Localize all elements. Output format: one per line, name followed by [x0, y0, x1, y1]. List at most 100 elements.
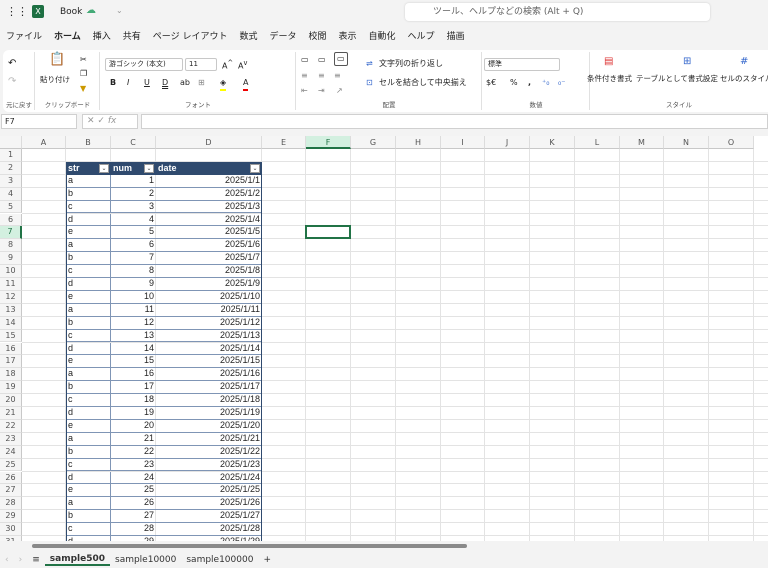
comma-icon[interactable]: , [528, 77, 531, 89]
menu-tab[interactable]: 共有 [117, 29, 147, 45]
column-header[interactable]: I [441, 136, 485, 149]
column-header[interactable]: J [485, 136, 530, 149]
row-header[interactable]: 2 [0, 161, 22, 175]
format-painter-icon[interactable]: ▼ [80, 83, 86, 95]
column-header[interactable]: B [66, 136, 111, 149]
merge-center-button[interactable]: セルを結合して中央揃え [379, 77, 467, 89]
column-header[interactable]: K [530, 136, 575, 149]
select-all-corner[interactable] [0, 136, 22, 149]
selected-cell-f7[interactable] [305, 225, 351, 240]
row-header[interactable]: 5 [0, 200, 22, 214]
menu-tab[interactable]: ファイル [0, 29, 48, 45]
italic-button[interactable]: I [127, 77, 129, 89]
menu-tab[interactable]: 表示 [333, 29, 363, 45]
row-header[interactable]: 18 [0, 368, 22, 382]
row-header[interactable]: 27 [0, 484, 22, 498]
align-center-icon[interactable]: ≡ [318, 70, 325, 82]
prev-sheet-icon[interactable]: ‹ [0, 555, 14, 565]
align-bottom-icon[interactable]: ▭ [334, 52, 348, 66]
row-header[interactable]: 26 [0, 471, 22, 485]
row-header[interactable]: 15 [0, 329, 22, 343]
borders-icon[interactable]: ⊞ [198, 77, 205, 89]
row-header[interactable]: 22 [0, 419, 22, 433]
all-sheets-icon[interactable]: ≡ [27, 555, 45, 565]
column-header[interactable]: E [262, 136, 306, 149]
paste-button[interactable]: 貼り付け [40, 74, 70, 86]
column-header[interactable]: G [351, 136, 396, 149]
row-header[interactable]: 1 [0, 149, 22, 162]
decrease-decimal-icon[interactable]: ₀⁻ [558, 77, 565, 89]
next-sheet-icon[interactable]: › [14, 555, 28, 565]
double-underline-button[interactable]: D [162, 77, 168, 89]
row-header[interactable]: 16 [0, 342, 22, 356]
align-top-icon[interactable]: ▭ [301, 54, 309, 66]
percent-icon[interactable]: % [510, 77, 518, 89]
align-left-icon[interactable]: ≡ [301, 70, 308, 82]
row-header[interactable]: 29 [0, 510, 22, 524]
menu-tab[interactable]: ホーム [48, 29, 87, 45]
decrease-font-icon[interactable]: Av [238, 57, 247, 73]
menu-tab[interactable]: 挿入 [87, 29, 117, 45]
increase-indent-icon[interactable]: ⇥ [318, 85, 325, 97]
row-header[interactable]: 4 [0, 187, 22, 201]
row-header[interactable]: 3 [0, 174, 22, 188]
column-header[interactable]: M [620, 136, 664, 149]
workbook-title[interactable]: Book [60, 7, 82, 17]
sheet-tab[interactable]: sample100000 [181, 555, 258, 565]
number-format-select[interactable]: 標準 [484, 58, 560, 71]
redo-icon[interactable]: ↷ [8, 76, 16, 88]
name-box[interactable]: F7 [1, 114, 77, 129]
menu-tab[interactable]: 数式 [233, 29, 263, 45]
currency-icon[interactable]: $€ [486, 77, 496, 89]
row-header[interactable]: 10 [0, 265, 22, 278]
sheet-tab[interactable]: sample500 [44, 554, 110, 566]
column-header[interactable]: N [664, 136, 709, 149]
row-header[interactable]: 8 [0, 239, 22, 253]
format-as-table-button[interactable]: テーブルとして書式設定 [636, 73, 718, 85]
decrease-indent-icon[interactable]: ⇤ [301, 85, 308, 97]
wrap-text-button[interactable]: 文字列の折り返し [379, 58, 443, 70]
row-header[interactable]: 9 [0, 252, 22, 266]
row-header[interactable]: 13 [0, 303, 22, 317]
spreadsheet-grid[interactable]: A B C D E F G H I J K L M N O 1 2 3 4 5 6 7 8 9 10 11 12 13 14 15 16 17… [0, 136, 768, 541]
cut-icon[interactable]: ✂ [80, 54, 87, 66]
column-header[interactable]: O [709, 136, 754, 149]
column-header[interactable]: A [22, 136, 66, 149]
font-color-icon[interactable]: A [243, 77, 249, 91]
fill-color-icon[interactable]: ◈ [220, 77, 227, 91]
underline-button[interactable]: U [144, 77, 150, 89]
row-header[interactable]: 14 [0, 316, 22, 330]
formula-input[interactable] [141, 114, 768, 129]
align-middle-icon[interactable]: ▭ [318, 54, 326, 66]
row-header[interactable]: 24 [0, 445, 22, 459]
column-header[interactable]: F [306, 136, 351, 149]
menu-tab[interactable]: データ [263, 29, 302, 45]
font-size-select[interactable]: 11 [185, 58, 217, 71]
increase-decimal-icon[interactable]: ⁺₀ [542, 77, 549, 89]
sheet-tab[interactable]: sample10000 [110, 555, 181, 565]
row-header[interactable]: 21 [0, 407, 22, 420]
paste-icon[interactable]: 📋 [49, 53, 65, 66]
row-header[interactable]: 11 [0, 278, 22, 291]
row-header[interactable]: 19 [0, 381, 22, 395]
scrollbar-thumb[interactable] [32, 544, 467, 548]
row-header[interactable]: 12 [0, 290, 22, 304]
font-name-select[interactable]: 游ゴシック (本文) [105, 58, 183, 71]
orientation-icon[interactable]: ↗ [336, 85, 343, 97]
add-sheet-icon[interactable]: + [258, 555, 276, 565]
row-header[interactable]: 7 [0, 226, 22, 240]
column-header[interactable]: L [575, 136, 620, 149]
formula-buttons[interactable]: ✕ ✓ fx [82, 114, 138, 129]
row-header[interactable]: 28 [0, 497, 22, 511]
increase-font-icon[interactable]: A^ [222, 57, 233, 73]
chevron-down-icon[interactable]: ⌄ [116, 6, 123, 15]
undo-icon[interactable]: ↶ [8, 58, 16, 70]
conditional-format-button[interactable]: 条件付き書式 [587, 73, 632, 85]
column-header[interactable]: C [111, 136, 156, 149]
copy-icon[interactable]: ❐ [80, 68, 87, 80]
strikethrough-icon[interactable]: ab [180, 77, 190, 89]
search-input[interactable]: ツール、ヘルプなどの検索 (Alt + Q) [405, 3, 710, 21]
column-header[interactable]: H [396, 136, 441, 149]
row-header[interactable]: 23 [0, 432, 22, 446]
align-right-icon[interactable]: ≡ [334, 70, 341, 82]
